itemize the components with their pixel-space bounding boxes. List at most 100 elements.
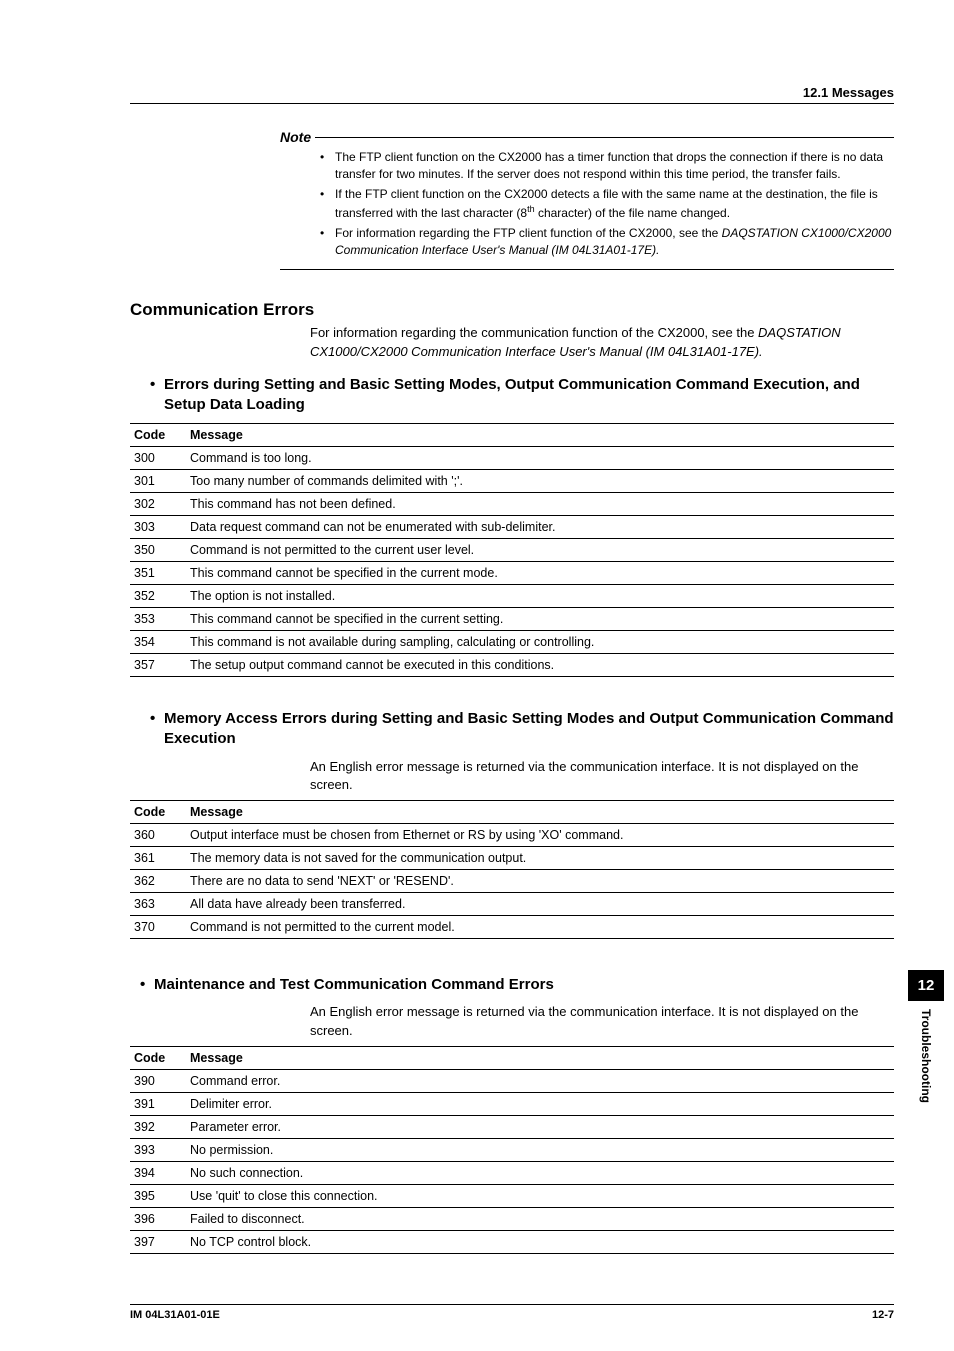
cell-code: 350 [130, 539, 186, 562]
cell-msg: No permission. [186, 1138, 894, 1161]
table-row: 360Output interface must be chosen from … [130, 824, 894, 847]
cell-code: 397 [130, 1230, 186, 1253]
section2-intro: An English error message is returned via… [310, 758, 894, 794]
cell-msg: This command has not been defined. [186, 493, 894, 516]
cell-msg: The setup output command cannot be execu… [186, 654, 894, 677]
table-row: 302This command has not been defined. [130, 493, 894, 516]
table-row: 370Command is not permitted to the curre… [130, 916, 894, 939]
table-row: 393No permission. [130, 1138, 894, 1161]
cell-code: 360 [130, 824, 186, 847]
note-list: The FTP client function on the CX2000 ha… [280, 145, 894, 267]
cell-msg: Parameter error. [186, 1115, 894, 1138]
cell-code: 300 [130, 447, 186, 470]
chapter-tab: 12 Troubleshooting [908, 970, 944, 1103]
section2-table: Code Message 360Output interface must be… [130, 800, 894, 939]
section3-intro: An English error message is returned via… [310, 1003, 894, 1039]
communication-errors-heading: Communication Errors [130, 300, 894, 320]
cell-code: 354 [130, 631, 186, 654]
table-row: 397No TCP control block. [130, 1230, 894, 1253]
table-row: 351This command cannot be specified in t… [130, 562, 894, 585]
table-row: 396Failed to disconnect. [130, 1207, 894, 1230]
cell-msg: The option is not installed. [186, 585, 894, 608]
cell-code: 303 [130, 516, 186, 539]
section1-heading: Errors during Setting and Basic Setting … [150, 375, 894, 416]
cell-msg: Command is not permitted to the current … [186, 539, 894, 562]
note-title: Note [280, 129, 315, 145]
page-footer: IM 04L31A01-01E 12-7 [130, 1304, 894, 1321]
table-row: 350Command is not permitted to the curre… [130, 539, 894, 562]
note-text: The FTP client function on the CX2000 ha… [335, 150, 883, 181]
col-message: Message [186, 801, 894, 824]
section2-heading: Memory Access Errors during Setting and … [150, 709, 894, 750]
cell-code: 351 [130, 562, 186, 585]
cell-code: 352 [130, 585, 186, 608]
table-row: 357The setup output command cannot be ex… [130, 654, 894, 677]
cell-msg: No such connection. [186, 1161, 894, 1184]
cell-msg: This command is not available during sam… [186, 631, 894, 654]
cell-code: 302 [130, 493, 186, 516]
cell-msg: This command cannot be specified in the … [186, 562, 894, 585]
cell-msg: There are no data to send 'NEXT' or 'RES… [186, 870, 894, 893]
footer-left: IM 04L31A01-01E [130, 1309, 220, 1321]
cell-code: 362 [130, 870, 186, 893]
cell-code: 394 [130, 1161, 186, 1184]
cell-msg: Use 'quit' to close this connection. [186, 1184, 894, 1207]
cell-msg: No TCP control block. [186, 1230, 894, 1253]
cell-code: 392 [130, 1115, 186, 1138]
note-item: If the FTP client function on the CX2000… [320, 186, 894, 223]
cell-code: 357 [130, 654, 186, 677]
cell-code: 301 [130, 470, 186, 493]
cell-msg: Command error. [186, 1069, 894, 1092]
cell-msg: Output interface must be chosen from Eth… [186, 824, 894, 847]
table-row: 361The memory data is not saved for the … [130, 847, 894, 870]
section-label: 12.1 Messages [803, 85, 894, 100]
cell-code: 395 [130, 1184, 186, 1207]
page-header: 12.1 Messages [130, 85, 894, 104]
note-item: For information regarding the FTP client… [320, 225, 894, 260]
note-block: Note The FTP client function on the CX20… [280, 129, 894, 270]
cell-msg: Delimiter error. [186, 1092, 894, 1115]
table-row: 391Delimiter error. [130, 1092, 894, 1115]
cell-msg: Command is not permitted to the current … [186, 916, 894, 939]
table-row: 303Data request command can not be enume… [130, 516, 894, 539]
table-row: 394No such connection. [130, 1161, 894, 1184]
section3-heading: Maintenance and Test Communication Comma… [140, 975, 894, 995]
table-row: 301Too many number of commands delimited… [130, 470, 894, 493]
table-row: 300Command is too long. [130, 447, 894, 470]
intro-plain: For information regarding the communicat… [310, 325, 758, 340]
section3-table: Code Message 390Command error. 391Delimi… [130, 1046, 894, 1254]
cell-msg: The memory data is not saved for the com… [186, 847, 894, 870]
table-row: 354This command is not available during … [130, 631, 894, 654]
table-row: 353This command cannot be specified in t… [130, 608, 894, 631]
cell-msg: All data have already been transferred. [186, 893, 894, 916]
table-row: 362There are no data to send 'NEXT' or '… [130, 870, 894, 893]
cell-msg: Command is too long. [186, 447, 894, 470]
table-row: 390Command error. [130, 1069, 894, 1092]
cell-code: 391 [130, 1092, 186, 1115]
communication-errors-intro: For information regarding the communicat… [310, 324, 894, 360]
col-code: Code [130, 801, 186, 824]
cell-msg: Too many number of commands delimited wi… [186, 470, 894, 493]
cell-code: 390 [130, 1069, 186, 1092]
col-code: Code [130, 424, 186, 447]
footer-right: 12-7 [872, 1309, 894, 1321]
chapter-number: 12 [908, 970, 944, 1001]
section1-table: Code Message 300Command is too long. 301… [130, 423, 894, 677]
cell-code: 370 [130, 916, 186, 939]
col-message: Message [186, 1046, 894, 1069]
cell-code: 361 [130, 847, 186, 870]
note-rule-top [315, 137, 894, 138]
note-rule-bottom [280, 269, 894, 270]
cell-msg: Data request command can not be enumerat… [186, 516, 894, 539]
table-row: 392Parameter error. [130, 1115, 894, 1138]
table-row: 352The option is not installed. [130, 585, 894, 608]
cell-code: 396 [130, 1207, 186, 1230]
cell-msg: This command cannot be specified in the … [186, 608, 894, 631]
col-message: Message [186, 424, 894, 447]
note-item: The FTP client function on the CX2000 ha… [320, 149, 894, 184]
cell-msg: Failed to disconnect. [186, 1207, 894, 1230]
cell-code: 363 [130, 893, 186, 916]
col-code: Code [130, 1046, 186, 1069]
cell-code: 353 [130, 608, 186, 631]
chapter-label: Troubleshooting [919, 1009, 933, 1103]
